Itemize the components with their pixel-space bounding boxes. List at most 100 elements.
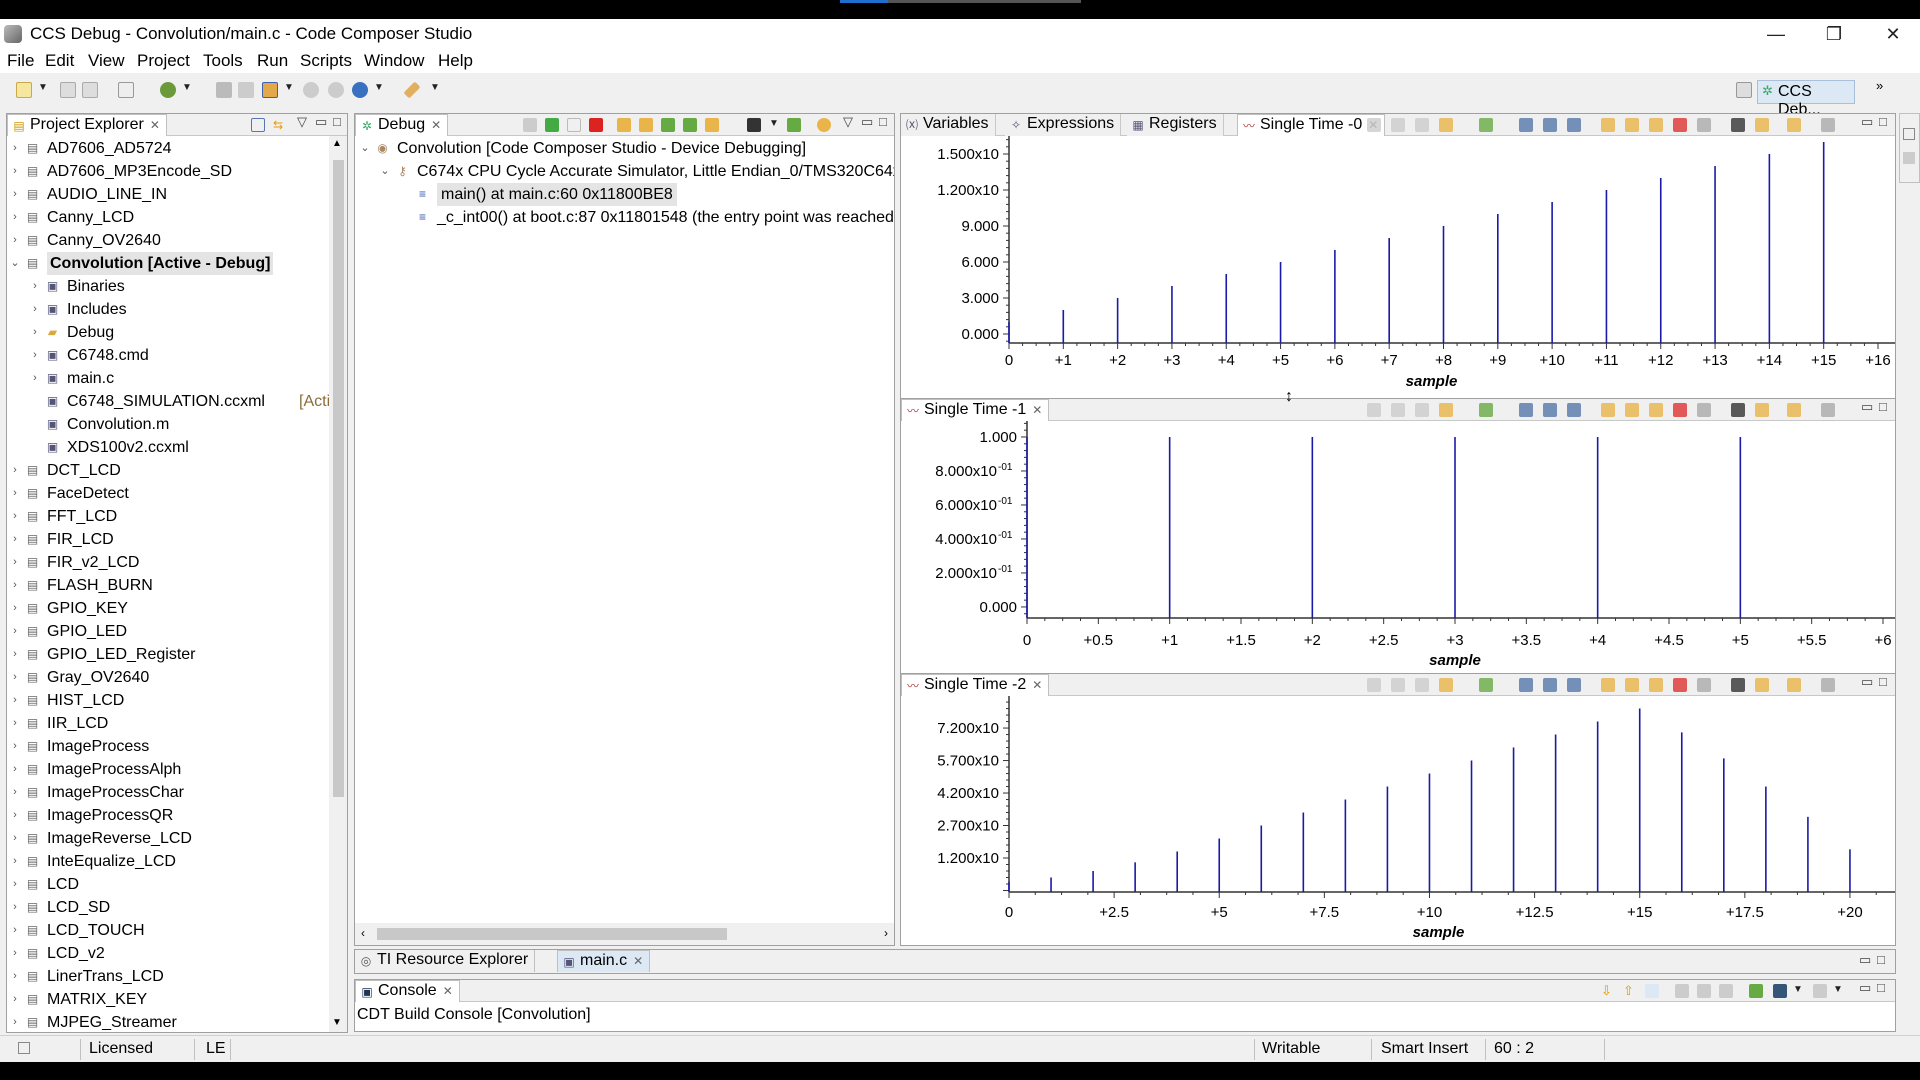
project-item[interactable]: › ▤ LCD_v2: [7, 942, 329, 965]
project-item[interactable]: › ▤ MJPEG_Streamer: [7, 1011, 329, 1032]
scroll-down-icon[interactable]: ⇩: [1601, 984, 1615, 998]
marker-icon[interactable]: [1439, 403, 1453, 417]
chevron-right-icon[interactable]: ›: [9, 804, 21, 827]
reset-icon[interactable]: [747, 118, 761, 132]
close-icon[interactable]: ✕: [150, 118, 160, 132]
tab-ti-resource-explorer[interactable]: ◎ TI Resource Explorer: [355, 950, 536, 972]
project-item[interactable]: › ▤ ImageProcessQR: [7, 804, 329, 827]
export-icon[interactable]: [1755, 403, 1769, 417]
menu-window[interactable]: Window: [364, 51, 424, 71]
refresh-icon[interactable]: [817, 118, 831, 132]
show-grid-icon[interactable]: [1821, 118, 1835, 132]
step-into-icon[interactable]: [617, 118, 631, 132]
refresh-icon[interactable]: [1601, 678, 1615, 692]
tab-single-time[interactable]: 〰 Single Time -1 ✕: [901, 399, 1050, 421]
chevron-right-icon[interactable]: ›: [29, 275, 41, 298]
project-item[interactable]: › ▣ C6748.cmd: [7, 344, 329, 367]
reset-icon[interactable]: [1673, 118, 1687, 132]
chevron-right-icon[interactable]: ›: [9, 850, 21, 873]
assembly-step-over-icon[interactable]: [683, 118, 697, 132]
add-marker-icon[interactable]: [1391, 678, 1405, 692]
restore-button[interactable]: ❐: [1814, 21, 1854, 47]
close-icon[interactable]: ✕: [431, 118, 441, 132]
menu-view[interactable]: View: [88, 51, 125, 71]
chevron-right-icon[interactable]: ›: [29, 367, 41, 390]
chevron-right-icon[interactable]: ›: [9, 735, 21, 758]
project-item[interactable]: ▣ Convolution.m: [7, 413, 329, 436]
export-icon[interactable]: [1755, 678, 1769, 692]
view-menu-icon[interactable]: ▽: [297, 114, 307, 130]
chevron-right-icon[interactable]: ›: [29, 344, 41, 367]
restore-icon[interactable]: [1903, 128, 1915, 140]
find-icon[interactable]: [1731, 118, 1745, 132]
chevron-down-icon[interactable]: ⌄: [379, 160, 391, 183]
menu-file[interactable]: File: [7, 51, 34, 71]
project-item[interactable]: › ▤ HIST_LCD: [7, 689, 329, 712]
graph-plot[interactable]: 0 +0.5 +1 +1.5 +2 +2.5 +3 +3.5 +4 +4.5 +5 +5.5 +6 0.0…: [901, 421, 1895, 673]
tab-console[interactable]: ▣ Console ✕: [355, 980, 460, 1002]
debug-item[interactable]: ≡ _c_int00() at boot.c:87 0x11801548 (the…: [355, 206, 894, 229]
project-item[interactable]: › ▤ ImageProcess: [7, 735, 329, 758]
project-item[interactable]: › ▤ LCD_TOUCH: [7, 919, 329, 942]
load-program-icon[interactable]: [262, 82, 278, 98]
scroll-up-icon[interactable]: ⇧: [1623, 984, 1637, 998]
chevron-right-icon[interactable]: ›: [9, 988, 21, 1011]
save-all-icon[interactable]: [82, 82, 98, 98]
chevron-right-icon[interactable]: ›: [9, 505, 21, 528]
graph-plot[interactable]: 0 +2.5 +5 +7.5 +10 +12.5 +15 +17.5 +20 1.200x10 2.…: [901, 696, 1895, 945]
zoom-out-icon[interactable]: [1543, 118, 1557, 132]
find-icon[interactable]: [1731, 678, 1745, 692]
collapse-all-icon[interactable]: [251, 118, 265, 132]
scrollbar-thumb[interactable]: [333, 160, 344, 797]
tab-debug[interactable]: ✲ Debug ✕: [355, 114, 449, 136]
menu-project[interactable]: Project: [137, 51, 190, 71]
project-item[interactable]: › ▤ GPIO_LED_Register: [7, 643, 329, 666]
tab-variables[interactable]: ⒳ Variables: [901, 114, 996, 136]
project-item[interactable]: › ▤ DCT_LCD: [7, 459, 329, 482]
maximize-icon[interactable]: □: [1879, 114, 1887, 129]
pin-console-icon[interactable]: [1697, 984, 1711, 998]
maximize-icon[interactable]: □: [1877, 952, 1885, 967]
zoom-in-icon[interactable]: [1519, 118, 1533, 132]
remove-marker-icon[interactable]: [1415, 118, 1429, 132]
chevron-right-icon[interactable]: ›: [9, 137, 21, 160]
add-marker-icon[interactable]: [1391, 118, 1405, 132]
project-item[interactable]: › ▤ LCD_SD: [7, 896, 329, 919]
chevron-right-icon[interactable]: ›: [9, 942, 21, 965]
project-item[interactable]: › ▤ LinerTrans_LCD: [7, 965, 329, 988]
minimize-icon[interactable]: ▭: [1861, 114, 1873, 130]
menu-run[interactable]: Run: [257, 51, 288, 71]
zoom-fit-icon[interactable]: [1567, 678, 1581, 692]
remove-marker-icon[interactable]: [1415, 678, 1429, 692]
continuous-refresh-icon[interactable]: [1649, 118, 1663, 132]
chevron-right-icon[interactable]: ›: [9, 459, 21, 482]
terminate-icon[interactable]: [589, 118, 603, 132]
data-icon[interactable]: [1479, 678, 1493, 692]
step-return-icon[interactable]: [705, 118, 719, 132]
chevron-right-icon[interactable]: ›: [29, 298, 41, 321]
chevron-right-icon[interactable]: ›: [9, 965, 21, 988]
continuous-refresh-icon[interactable]: [1649, 403, 1663, 417]
chevron-right-icon[interactable]: ›: [9, 896, 21, 919]
close-icon[interactable]: ✕: [1032, 403, 1042, 417]
minimize-icon[interactable]: ▭: [1859, 952, 1871, 968]
tab-project-explorer[interactable]: ▤ Project Explorer ✕: [7, 114, 167, 136]
chevron-right-icon[interactable]: ›: [9, 666, 21, 689]
debug-item[interactable]: ⌄ ◉ Convolution [Code Composer Studio - De…: [355, 137, 894, 160]
sync-icon[interactable]: [1625, 678, 1639, 692]
chevron-right-icon[interactable]: ›: [9, 528, 21, 551]
assembly-step-into-icon[interactable]: [661, 118, 675, 132]
tab-single-time[interactable]: 〰 Single Time -2 ✕: [901, 674, 1050, 696]
remove-terminated-icon[interactable]: [523, 118, 537, 132]
chevron-right-icon[interactable]: ›: [9, 551, 21, 574]
restart-icon[interactable]: [787, 118, 801, 132]
menu-edit[interactable]: Edit: [45, 51, 74, 71]
minimize-icon[interactable]: ▭: [1859, 980, 1871, 996]
show-grid-icon[interactable]: [1821, 678, 1835, 692]
maximize-icon[interactable]: □: [879, 114, 887, 129]
toggle-measurement-icon[interactable]: [1367, 118, 1381, 132]
scroll-lock-icon[interactable]: [1645, 984, 1659, 998]
show-grid-icon[interactable]: [1821, 403, 1835, 417]
properties-icon[interactable]: [1697, 678, 1711, 692]
zoom-in-icon[interactable]: [1519, 403, 1533, 417]
